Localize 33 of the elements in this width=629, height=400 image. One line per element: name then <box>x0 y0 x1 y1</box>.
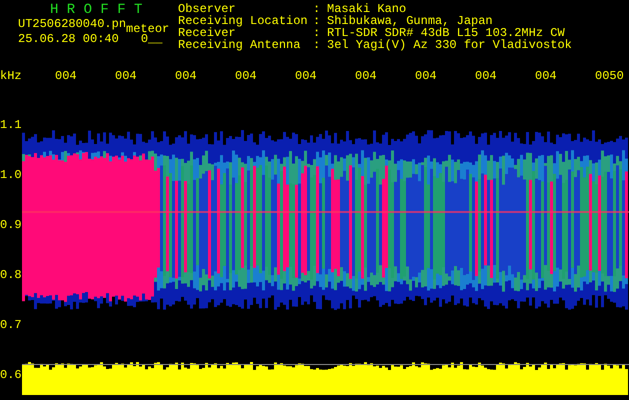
info-value: RTL-SDR SDR# 43dB L15 103.2MHz CW <box>327 27 565 39</box>
file-name: UT2506280040.pn <box>18 18 126 31</box>
time-tick-label: 004 <box>534 69 558 83</box>
info-label: Receiving Antenna <box>178 39 302 51</box>
frequency-tick-label: 1.1 <box>0 117 22 134</box>
colon-separator: : <box>313 15 322 27</box>
unit-label: kHz <box>0 69 22 83</box>
frequency-tick-label: 1.0 <box>0 167 22 184</box>
info-label: Receiving Location <box>178 15 309 27</box>
info-label: Observer <box>178 3 236 15</box>
time-tick-label: 004 <box>294 69 318 83</box>
frequency-tick-label: 0.9 <box>0 217 22 234</box>
time-tick-label: 0050 <box>594 69 622 83</box>
count-label: 0__ <box>140 33 162 46</box>
time-tick-label: 004 <box>174 69 198 83</box>
info-label: Receiver <box>178 27 236 39</box>
time-tick-label: 004 <box>414 69 438 83</box>
time-tick-label: 004 <box>54 69 78 83</box>
frequency-tick-label: 0.8 <box>0 267 22 284</box>
info-value: 3el Yagi(V) Az 330 for Vladivostok <box>327 39 572 51</box>
info-value: Masaki Kano <box>327 3 408 15</box>
time-tick-label: 004 <box>114 69 138 83</box>
colon-separator: : <box>313 3 322 15</box>
time-tick-label: 004 <box>474 69 498 83</box>
frequency-tick-label: 0.6 <box>0 367 22 384</box>
date-time: 25.06.28 00:40 <box>18 33 119 46</box>
time-tick-label: 004 <box>234 69 258 83</box>
info-value: Shibukawa, Gunma, Japan <box>327 15 494 27</box>
app-title: H R O F F T <box>49 3 144 18</box>
colon-separator: : <box>313 39 322 51</box>
frequency-tick-label: 0.7 <box>0 317 22 334</box>
colon-separator: : <box>313 27 322 39</box>
time-tick-label: 004 <box>354 69 378 83</box>
